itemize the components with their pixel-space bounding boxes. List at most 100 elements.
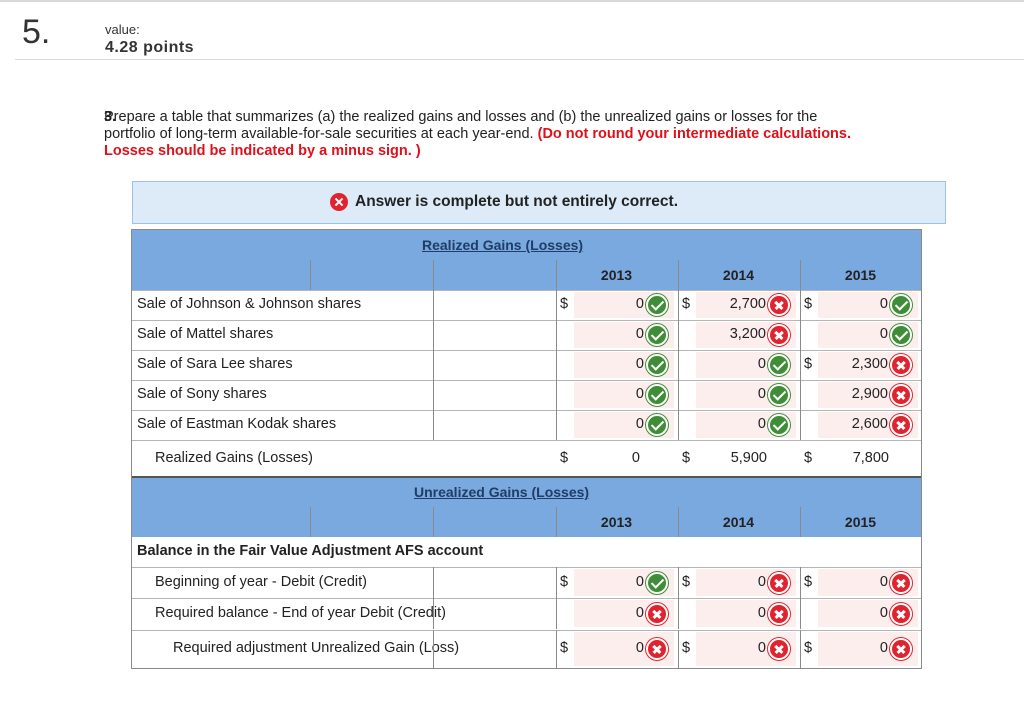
incorrect-x-icon bbox=[768, 324, 790, 346]
realized-row-1-value[interactable]: 0 bbox=[554, 296, 644, 312]
unrealized-year-2013: 2013 bbox=[600, 514, 633, 530]
row-divider bbox=[132, 290, 921, 291]
row-divider bbox=[132, 350, 921, 351]
realized-row-2-label: Sale of Mattel shares bbox=[137, 326, 274, 342]
realized-row-3-value[interactable]: 2,300 bbox=[798, 356, 888, 372]
incorrect-x-icon bbox=[646, 638, 668, 660]
row-divider bbox=[132, 320, 921, 321]
unrealized-section-label: Balance in the Fair Value Adjustment AFS… bbox=[137, 543, 484, 559]
answer-status-box: Answer is complete but not entirely corr… bbox=[132, 181, 946, 224]
question-prompt: 3. Prepare a table that summarizes (a) t… bbox=[104, 109, 864, 160]
incorrect-x-icon bbox=[890, 572, 912, 594]
unrealized-row-2-divider bbox=[433, 598, 434, 629]
incorrect-x-icon bbox=[890, 354, 912, 376]
realized-row-3-divider bbox=[433, 350, 434, 380]
correct-check-icon bbox=[768, 354, 790, 376]
realized-row-5-value[interactable]: 0 bbox=[554, 416, 644, 432]
realized-row-5-value[interactable]: 0 bbox=[676, 416, 766, 432]
correct-check-icon bbox=[646, 294, 668, 316]
incorrect-x-icon bbox=[768, 294, 790, 316]
incorrect-x-icon bbox=[890, 638, 912, 660]
header-divider bbox=[15, 59, 1024, 60]
realized-row-2-value[interactable]: 0 bbox=[554, 326, 644, 342]
realized-row-5-divider bbox=[433, 410, 434, 440]
realized-row-1-value[interactable]: 2,700 bbox=[676, 296, 766, 312]
unrealized-row-3-label: Required adjustment Unrealized Gain (Los… bbox=[173, 640, 460, 656]
unrealized-row-1-divider bbox=[433, 567, 434, 598]
question-number: 5. bbox=[22, 13, 51, 51]
unrealized-row-1-label: Beginning of year - Debit (Credit) bbox=[155, 574, 367, 590]
correct-check-icon bbox=[646, 384, 668, 406]
incorrect-x-icon bbox=[890, 603, 912, 625]
unrealized-row-1-value[interactable]: 0 bbox=[798, 574, 888, 590]
realized-total-value: 5,900 bbox=[730, 450, 767, 466]
realized-row-2-value[interactable]: 0 bbox=[798, 326, 888, 342]
realized-row-1-label: Sale of Johnson & Johnson shares bbox=[137, 296, 362, 312]
realized-total-value: 0 bbox=[631, 450, 640, 466]
unrealized-year-divider bbox=[310, 507, 311, 537]
unrealized-title: Unrealized Gains (Losses) bbox=[414, 484, 590, 500]
correct-check-icon bbox=[646, 572, 668, 594]
unrealized-row-1-value[interactable]: 0 bbox=[676, 574, 766, 590]
prompt-number: 3. bbox=[104, 109, 117, 125]
unrealized-row-1-value[interactable]: 0 bbox=[554, 574, 644, 590]
incorrect-x-icon bbox=[646, 603, 668, 625]
unrealized-row-2-value[interactable]: 0 bbox=[798, 605, 888, 621]
row-divider bbox=[132, 598, 921, 599]
realized-year-2013: 2013 bbox=[600, 267, 633, 283]
row-divider bbox=[132, 567, 921, 568]
realized-row-1-value[interactable]: 0 bbox=[798, 296, 888, 312]
incorrect-x-icon bbox=[768, 638, 790, 660]
realized-year-divider bbox=[433, 260, 434, 290]
correct-check-icon bbox=[646, 414, 668, 436]
unrealized-row-3-value[interactable]: 0 bbox=[676, 640, 766, 656]
points-value: 4.28 points bbox=[105, 39, 195, 56]
unrealized-row-2-value[interactable]: 0 bbox=[554, 605, 644, 621]
realized-row-4-value[interactable]: 0 bbox=[554, 386, 644, 402]
unrealized-year-divider bbox=[433, 507, 434, 537]
realized-row-4-value[interactable]: 2,900 bbox=[798, 386, 888, 402]
row-divider bbox=[132, 380, 921, 381]
correct-check-icon bbox=[890, 324, 912, 346]
realized-row-2-divider bbox=[433, 320, 434, 350]
unrealized-row-3-value[interactable]: 0 bbox=[554, 640, 644, 656]
realized-total-label: Realized Gains (Losses) bbox=[155, 450, 313, 466]
realized-year-divider bbox=[310, 260, 311, 290]
correct-check-icon bbox=[768, 384, 790, 406]
realized-total-value: 7,800 bbox=[852, 450, 889, 466]
unrealized-row-3-divider bbox=[433, 630, 434, 668]
unrealized-row-2-value[interactable]: 0 bbox=[676, 605, 766, 621]
realized-year-2014: 2014 bbox=[722, 267, 755, 283]
row-divider bbox=[132, 410, 921, 411]
correct-check-icon bbox=[768, 414, 790, 436]
unrealized-year-2014: 2014 bbox=[722, 514, 755, 530]
realized-row-5-value[interactable]: 2,600 bbox=[798, 416, 888, 432]
incorrect-x-icon bbox=[890, 384, 912, 406]
realized-row-4-value[interactable]: 0 bbox=[676, 386, 766, 402]
total-divider bbox=[132, 476, 921, 478]
realized-row-1-divider bbox=[433, 290, 434, 320]
incorrect-icon bbox=[330, 193, 348, 211]
realized-row-4-divider bbox=[433, 380, 434, 410]
unrealized-row-2-label: Required balance - End of year Debit (Cr… bbox=[155, 605, 446, 621]
realized-row-5-label: Sale of Eastman Kodak shares bbox=[137, 416, 337, 432]
top-divider bbox=[0, 0, 1024, 2]
row-divider bbox=[132, 440, 921, 441]
unrealized-row-3-value[interactable]: 0 bbox=[798, 640, 888, 656]
incorrect-x-icon bbox=[890, 414, 912, 436]
correct-check-icon bbox=[646, 324, 668, 346]
realized-row-4-label: Sale of Sony shares bbox=[137, 386, 267, 402]
realized-row-3-value[interactable]: 0 bbox=[554, 356, 644, 372]
incorrect-x-icon bbox=[768, 572, 790, 594]
answer-table: Realized Gains (Losses) Unrealized Gains… bbox=[131, 229, 922, 669]
realized-row-3-value[interactable]: 0 bbox=[676, 356, 766, 372]
realized-row-3-label: Sale of Sara Lee shares bbox=[137, 356, 293, 372]
realized-year-2015: 2015 bbox=[844, 267, 877, 283]
incorrect-x-icon bbox=[768, 603, 790, 625]
row-divider bbox=[132, 630, 921, 631]
correct-check-icon bbox=[890, 294, 912, 316]
realized-row-2-value[interactable]: 3,200 bbox=[676, 326, 766, 342]
unrealized-year-2015: 2015 bbox=[844, 514, 877, 530]
realized-title: Realized Gains (Losses) bbox=[422, 237, 584, 253]
value-label: value: bbox=[105, 22, 140, 37]
